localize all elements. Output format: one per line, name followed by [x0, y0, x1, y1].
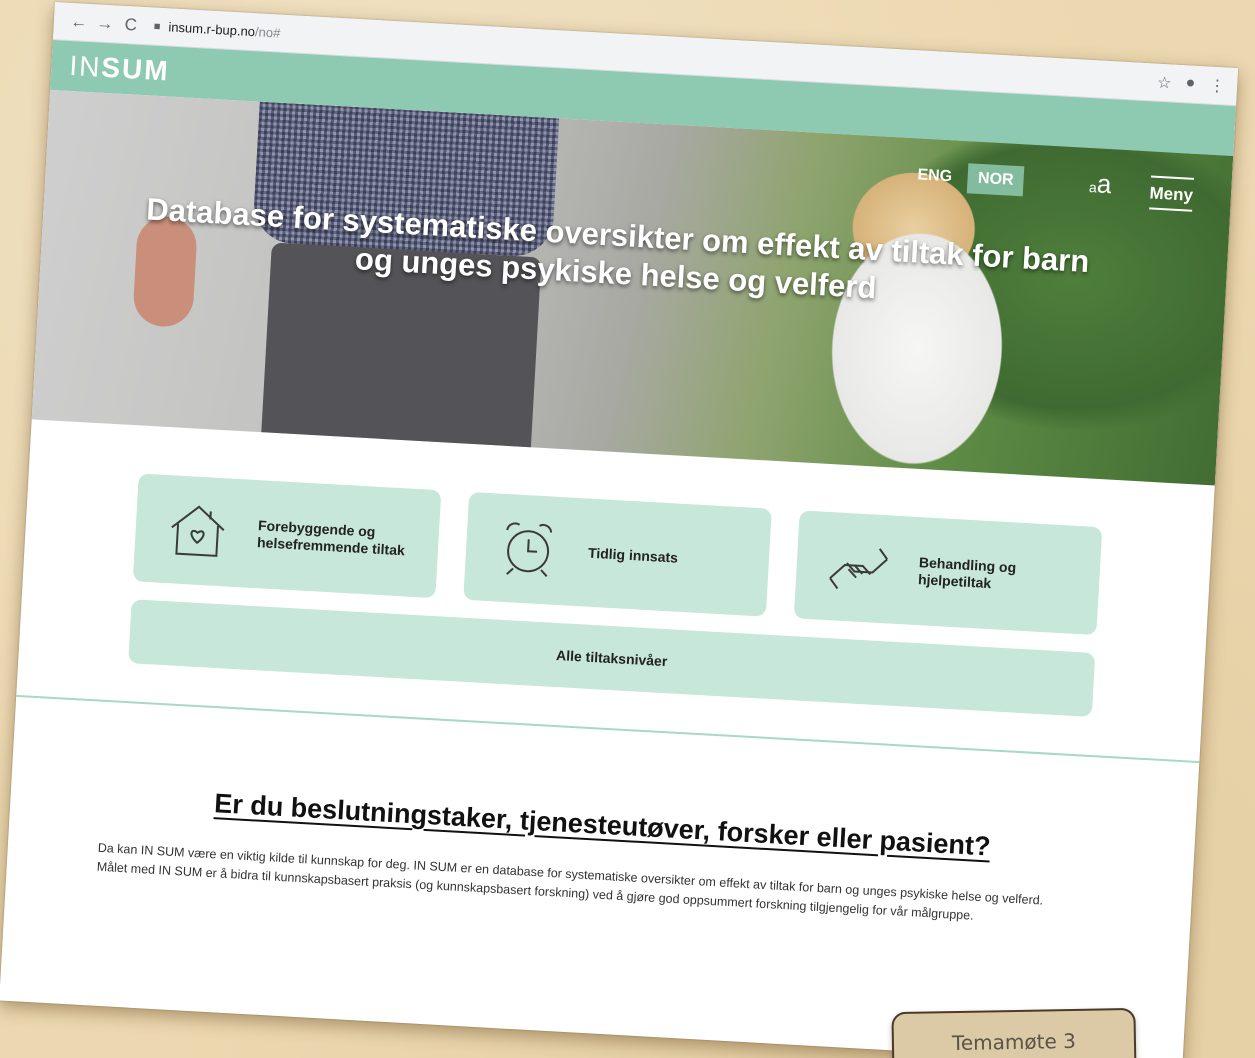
card-label: Tidlig innsats [587, 544, 679, 566]
star-icon[interactable]: ☆ [1157, 72, 1172, 93]
info-section: Er du beslutningstaker, tjenesteutøver, … [6, 697, 1199, 938]
card-behandling[interactable]: Behandling og hjelpetiltak [793, 510, 1103, 636]
card-forebyggende[interactable]: Forebyggende og helsefremmende tiltak [132, 473, 442, 599]
back-icon[interactable]: ← [65, 11, 92, 32]
card-label: Behandling og hjelpetiltak [917, 554, 1017, 592]
house-heart-icon [171, 505, 225, 557]
font-size-button[interactable]: aa [1088, 168, 1113, 200]
language-switcher: ENG NOR [907, 160, 1025, 197]
note-text: Temamøte 3 [951, 1028, 1077, 1056]
account-icon[interactable]: ● [1185, 74, 1196, 95]
hero-banner: ENG NOR aa Meny Database for systematisk… [31, 89, 1234, 486]
sticky-note: Temamøte 3 [891, 1007, 1137, 1058]
menu-button[interactable]: Meny [1148, 175, 1194, 212]
logo-in: IN [68, 49, 103, 83]
url-path: /no# [254, 24, 281, 41]
logo-sum: SUM [100, 51, 171, 87]
alarm-clock-icon [506, 522, 553, 578]
browser-actions: ☆ ● ⋮ [1157, 72, 1226, 96]
card-label: Forebyggende og helsefremmende tiltak [256, 517, 406, 559]
font-size-big: a [1096, 168, 1113, 200]
forward-icon[interactable]: → [91, 13, 118, 34]
screenshot-sheet: ← → C ■ insum.r-bup.no/no# ☆ ● ⋮ INSUM E… [0, 2, 1239, 1058]
helping-hands-icon [829, 548, 889, 590]
lock-icon: ■ [153, 20, 161, 33]
reload-icon[interactable]: C [117, 14, 144, 35]
site-logo[interactable]: INSUM [69, 50, 171, 88]
card-tidlig-innsats[interactable]: Tidlig innsats [463, 491, 772, 617]
url-host: insum.r-bup.no [168, 19, 256, 40]
lang-nor-button[interactable]: NOR [967, 163, 1025, 197]
address-bar[interactable]: ■ insum.r-bup.no/no# [153, 19, 281, 41]
lang-eng-button[interactable]: ENG [907, 160, 963, 193]
more-icon[interactable]: ⋮ [1209, 75, 1226, 96]
